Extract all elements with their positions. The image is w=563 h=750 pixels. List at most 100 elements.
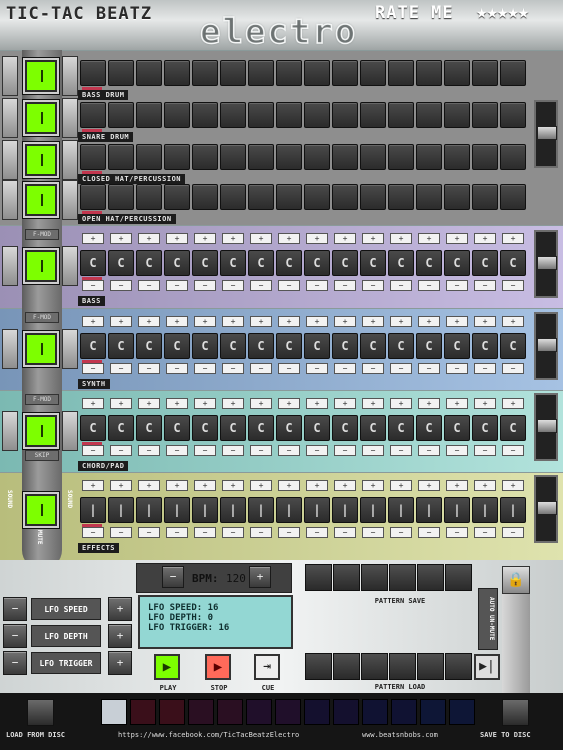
chord_pad-up-button[interactable]: +: [474, 398, 496, 409]
bass-up-button[interactable]: +: [474, 233, 496, 244]
chord_pad-step[interactable]: C: [304, 415, 330, 441]
effects-down-button[interactable]: −: [362, 527, 384, 538]
synth-down-button[interactable]: −: [502, 363, 524, 374]
bass-down-button[interactable]: −: [334, 280, 356, 291]
snare_drum-next-button[interactable]: [62, 98, 78, 138]
bass-step[interactable]: C: [136, 250, 162, 276]
bass-down-button[interactable]: −: [502, 280, 524, 291]
bass-step[interactable]: C: [416, 250, 442, 276]
effects-sound-pad[interactable]: [23, 492, 59, 528]
rate-me-button[interactable]: RATE ME: [375, 3, 454, 23]
closed_hat-pad[interactable]: [23, 142, 59, 178]
synth-step[interactable]: C: [164, 333, 190, 359]
disc-slot[interactable]: [420, 699, 446, 725]
snare_drum-step[interactable]: [304, 102, 330, 128]
bass-step[interactable]: C: [220, 250, 246, 276]
lfo-depth-plus-button[interactable]: +: [108, 624, 132, 648]
chord_pad-step[interactable]: C: [108, 415, 134, 441]
bass-down-button[interactable]: −: [418, 280, 440, 291]
chord_pad-down-button[interactable]: −: [82, 445, 104, 456]
effects-down-button[interactable]: −: [278, 527, 300, 538]
synth-down-button[interactable]: −: [82, 363, 104, 374]
chord_pad-up-button[interactable]: +: [362, 398, 384, 409]
effects-up-button[interactable]: +: [166, 480, 188, 491]
chord_pad-step[interactable]: C: [248, 415, 274, 441]
effects-down-button[interactable]: −: [222, 527, 244, 538]
bass-step[interactable]: C: [80, 250, 106, 276]
effects-down-button[interactable]: −: [138, 527, 160, 538]
disc-slot[interactable]: [391, 699, 417, 725]
bass-down-button[interactable]: −: [306, 280, 328, 291]
effects-down-button[interactable]: −: [250, 527, 272, 538]
auto-unmute-toggle[interactable]: AUTO UN-MUTE: [478, 588, 498, 650]
mute-label[interactable]: MUTE: [36, 530, 43, 544]
rating-stars[interactable]: ★★★★★: [476, 1, 529, 23]
effects-step[interactable]: |: [444, 497, 470, 523]
effects-down-button[interactable]: −: [334, 527, 356, 538]
chord_pad-step[interactable]: C: [500, 415, 526, 441]
pattern-load-slot[interactable]: [389, 653, 416, 680]
disc-slot[interactable]: [246, 699, 272, 725]
bass-step[interactable]: C: [500, 250, 526, 276]
effects-down-button[interactable]: −: [418, 527, 440, 538]
effects-step[interactable]: |: [192, 497, 218, 523]
chord_pad-step[interactable]: C: [472, 415, 498, 441]
synth-up-button[interactable]: +: [390, 316, 412, 327]
synth-down-button[interactable]: −: [194, 363, 216, 374]
disc-slot[interactable]: [275, 699, 301, 725]
synth-up-button[interactable]: +: [166, 316, 188, 327]
chord_pad-down-button[interactable]: −: [502, 445, 524, 456]
effects-step[interactable]: |: [108, 497, 134, 523]
synth-step[interactable]: C: [416, 333, 442, 359]
closed_hat-step[interactable]: [136, 144, 162, 170]
bass-up-button[interactable]: +: [250, 233, 272, 244]
synth-up-button[interactable]: +: [334, 316, 356, 327]
closed_hat-step[interactable]: [472, 144, 498, 170]
synth-pad[interactable]: [23, 331, 59, 367]
bass-down-button[interactable]: −: [222, 280, 244, 291]
chord_pad-step[interactable]: C: [276, 415, 302, 441]
facebook-link[interactable]: https://www.facebook.com/TicTacBeatzElec…: [118, 731, 299, 739]
effects-step[interactable]: |: [220, 497, 246, 523]
snare_drum-step[interactable]: [220, 102, 246, 128]
open_hat-step[interactable]: [248, 184, 274, 210]
synth-step[interactable]: C: [248, 333, 274, 359]
synth-down-button[interactable]: −: [306, 363, 328, 374]
snare_drum-step[interactable]: [248, 102, 274, 128]
chord_pad-step[interactable]: C: [80, 415, 106, 441]
synth-up-button[interactable]: +: [194, 316, 216, 327]
lfo-depth-minus-button[interactable]: −: [3, 624, 27, 648]
chord_pad-up-button[interactable]: +: [82, 398, 104, 409]
open_hat-step[interactable]: [304, 184, 330, 210]
synth-down-button[interactable]: −: [222, 363, 244, 374]
effects-up-button[interactable]: +: [418, 480, 440, 491]
closed_hat-step[interactable]: [332, 144, 358, 170]
bass_drum-step[interactable]: [500, 60, 526, 86]
synth-step[interactable]: C: [192, 333, 218, 359]
synth-up-button[interactable]: +: [250, 316, 272, 327]
disc-slot[interactable]: [188, 699, 214, 725]
synth-down-button[interactable]: −: [334, 363, 356, 374]
effects-down-button[interactable]: −: [306, 527, 328, 538]
synth-step[interactable]: C: [500, 333, 526, 359]
pattern-load-slot[interactable]: [333, 653, 360, 680]
chord_pad-up-button[interactable]: +: [390, 398, 412, 409]
synth-prev-button[interactable]: [2, 329, 18, 369]
synth-up-button[interactable]: +: [474, 316, 496, 327]
chord_pad-down-button[interactable]: −: [474, 445, 496, 456]
chord_pad-step[interactable]: C: [360, 415, 386, 441]
open_hat-step[interactable]: [332, 184, 358, 210]
open_hat-next-button[interactable]: [62, 180, 78, 220]
open_hat-pad[interactable]: [23, 182, 59, 218]
bass-down-button[interactable]: −: [278, 280, 300, 291]
open_hat-step[interactable]: [164, 184, 190, 210]
skip-button[interactable]: SKIP: [25, 450, 59, 461]
bass-down-button[interactable]: −: [138, 280, 160, 291]
snare_drum-step[interactable]: [472, 102, 498, 128]
chord_pad-step[interactable]: C: [388, 415, 414, 441]
bass-down-button[interactable]: −: [194, 280, 216, 291]
lock-button[interactable]: 🔒: [502, 566, 530, 594]
bass-pad[interactable]: [23, 248, 59, 284]
pattern-load-slot[interactable]: [445, 653, 472, 680]
synth-step[interactable]: C: [472, 333, 498, 359]
